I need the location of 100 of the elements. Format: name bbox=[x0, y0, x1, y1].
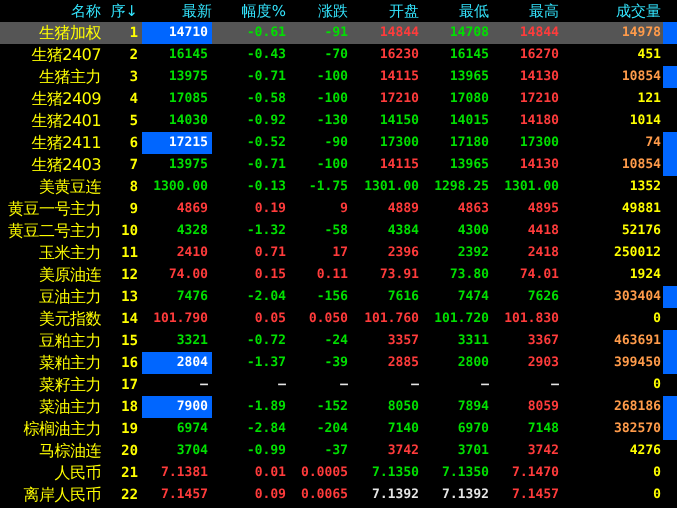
table-cell-text: 黄豆二号主力 bbox=[7, 220, 101, 242]
table-cell: 2804 bbox=[142, 352, 212, 374]
table-cell-text: -0.58 bbox=[246, 90, 286, 108]
table-cell-text: 13975 bbox=[168, 156, 209, 174]
column-header[interactable]: 幅度% bbox=[242, 2, 286, 20]
table-cell-text: 18 bbox=[120, 398, 138, 416]
table-cell-text: 7894 bbox=[458, 398, 489, 416]
table-cell-text: 17210 bbox=[380, 90, 419, 108]
table-cell-text: 10 bbox=[120, 222, 138, 240]
table-cell-text: 14030 bbox=[168, 112, 209, 130]
column-header[interactable]: 最低 bbox=[459, 2, 489, 20]
table-cell-text: 7474 bbox=[458, 288, 489, 306]
table-cell-text: 马棕油连 bbox=[38, 440, 101, 462]
table-cell-text: 16145 bbox=[450, 46, 489, 64]
table-cell-text: 4863 bbox=[458, 200, 489, 218]
table-cell-text: 美原油连 bbox=[38, 264, 101, 286]
table-cell-text: 14150 bbox=[380, 112, 419, 130]
table-cell-text: 8 bbox=[128, 178, 138, 196]
table-cell-text: 4328 bbox=[176, 222, 209, 240]
table-cell-text: 0.01 bbox=[254, 464, 286, 482]
table-cell-text: 2418 bbox=[528, 244, 559, 262]
table-cell-text: 14130 bbox=[520, 156, 559, 174]
table-cell-text: -1.37 bbox=[246, 354, 286, 372]
table-cell-text: 4384 bbox=[388, 222, 419, 240]
table-cell-text: 13975 bbox=[168, 68, 209, 86]
table-cell-text: 1298.25 bbox=[434, 178, 489, 196]
table-cell-text: 101.760 bbox=[364, 310, 419, 328]
table-cell-text: 0.05 bbox=[254, 310, 286, 328]
table-cell-text: 14130 bbox=[520, 68, 559, 86]
table-cell-text: 101.720 bbox=[434, 310, 489, 328]
table-cell-text: 1014 bbox=[630, 112, 661, 130]
table-cell-text: — bbox=[278, 376, 286, 394]
table-cell-text: 101.790 bbox=[152, 310, 209, 328]
table-cell-text: 离岸人民币 bbox=[22, 484, 101, 506]
table-cell-text: 菜籽主力 bbox=[38, 374, 101, 396]
table-cell-text: 0.11 bbox=[316, 266, 348, 284]
column-header[interactable]: 序↓ bbox=[101, 0, 138, 22]
table-cell-text: 1924 bbox=[630, 266, 661, 284]
table-cell-text: 8050 bbox=[388, 398, 419, 416]
table-cell: 17215 bbox=[142, 132, 212, 154]
table-cell-text: -39 bbox=[324, 354, 348, 372]
table-cell-text: 2800 bbox=[458, 354, 489, 372]
table-cell-text: 17300 bbox=[520, 134, 559, 152]
table-cell-text: 9 bbox=[340, 200, 348, 218]
table-cell-text: -0.71 bbox=[246, 68, 286, 86]
table-cell-text: 0 bbox=[653, 310, 661, 328]
table-cell-text: 3321 bbox=[176, 332, 209, 350]
table-cell-text: 生猪2409 bbox=[30, 88, 101, 110]
table-cell-text: 14844 bbox=[380, 24, 419, 42]
table-cell-text: 1300.00 bbox=[152, 178, 209, 196]
column-header[interactable]: 最高 bbox=[529, 2, 559, 20]
table-cell-text: 3701 bbox=[458, 442, 489, 460]
table-cell-text: 人民币 bbox=[54, 462, 101, 484]
table-cell-text: 17 bbox=[332, 244, 348, 262]
table-cell-text: -130 bbox=[316, 112, 348, 130]
table-cell-text: 7.1381 bbox=[160, 464, 209, 482]
table-cell-text: 4889 bbox=[388, 200, 419, 218]
table-cell-text: 0 bbox=[653, 464, 661, 482]
table-cell-text: 10854 bbox=[622, 156, 661, 174]
table-cell-text: 7616 bbox=[388, 288, 419, 306]
column-header[interactable]: 成交量 bbox=[616, 2, 661, 20]
table-cell-text: 8059 bbox=[528, 398, 559, 416]
table-cell-text: 2392 bbox=[458, 244, 489, 262]
table-cell-text: 14978 bbox=[622, 24, 661, 42]
table-cell-text: -0.13 bbox=[246, 178, 286, 196]
table-cell-text: 1352 bbox=[630, 178, 661, 196]
table-cell-text: 黄豆一号主力 bbox=[7, 198, 101, 220]
table-cell-text: 生猪2407 bbox=[30, 44, 101, 66]
table-cell-text: 52176 bbox=[622, 222, 661, 240]
table-cell-text: 3742 bbox=[528, 442, 559, 460]
table-cell-text: -1.32 bbox=[246, 222, 286, 240]
table-cell-text: 14708 bbox=[450, 24, 489, 42]
table-cell-text: 14844 bbox=[520, 24, 559, 42]
table-cell-text: 14180 bbox=[520, 112, 559, 130]
table-cell-text: 7.1392 bbox=[372, 486, 419, 504]
table-cell-text: 17180 bbox=[450, 134, 489, 152]
table-cell-text: -0.43 bbox=[246, 46, 286, 64]
table-row[interactable]: 生猪加权 1 14710 -0.61 -91 14844 14708 14844 14978 bbox=[0, 22, 663, 44]
column-header[interactable]: 涨跌 bbox=[318, 2, 348, 20]
table-cell-text: -90 bbox=[324, 134, 348, 152]
column-header[interactable]: 名称 bbox=[0, 0, 101, 22]
table-cell-text: 74 bbox=[645, 134, 661, 152]
table-cell-text: — bbox=[481, 376, 489, 394]
table-cell-text: 9 bbox=[128, 200, 138, 218]
table-cell-text: 2410 bbox=[176, 244, 209, 262]
table-cell-text: 4300 bbox=[458, 222, 489, 240]
table-cell-text: 15 bbox=[120, 332, 138, 350]
column-header[interactable]: 开盘 bbox=[389, 2, 419, 20]
table-cell-text: 3742 bbox=[388, 442, 419, 460]
column-header[interactable]: 最新 bbox=[182, 2, 212, 20]
table-cell-text: 22 bbox=[120, 486, 138, 504]
table-cell-text: 2885 bbox=[388, 354, 419, 372]
table-cell-text: 0.19 bbox=[254, 200, 286, 218]
table-cell-text: 19 bbox=[120, 420, 138, 438]
table-cell-text: 4895 bbox=[528, 200, 559, 218]
table-cell-text: 3367 bbox=[528, 332, 559, 350]
table-cell-text: -1.89 bbox=[246, 398, 286, 416]
table-cell-text: -100 bbox=[316, 90, 348, 108]
table-cell: 7900 bbox=[142, 396, 212, 418]
table-cell-text: 20 bbox=[120, 442, 138, 460]
